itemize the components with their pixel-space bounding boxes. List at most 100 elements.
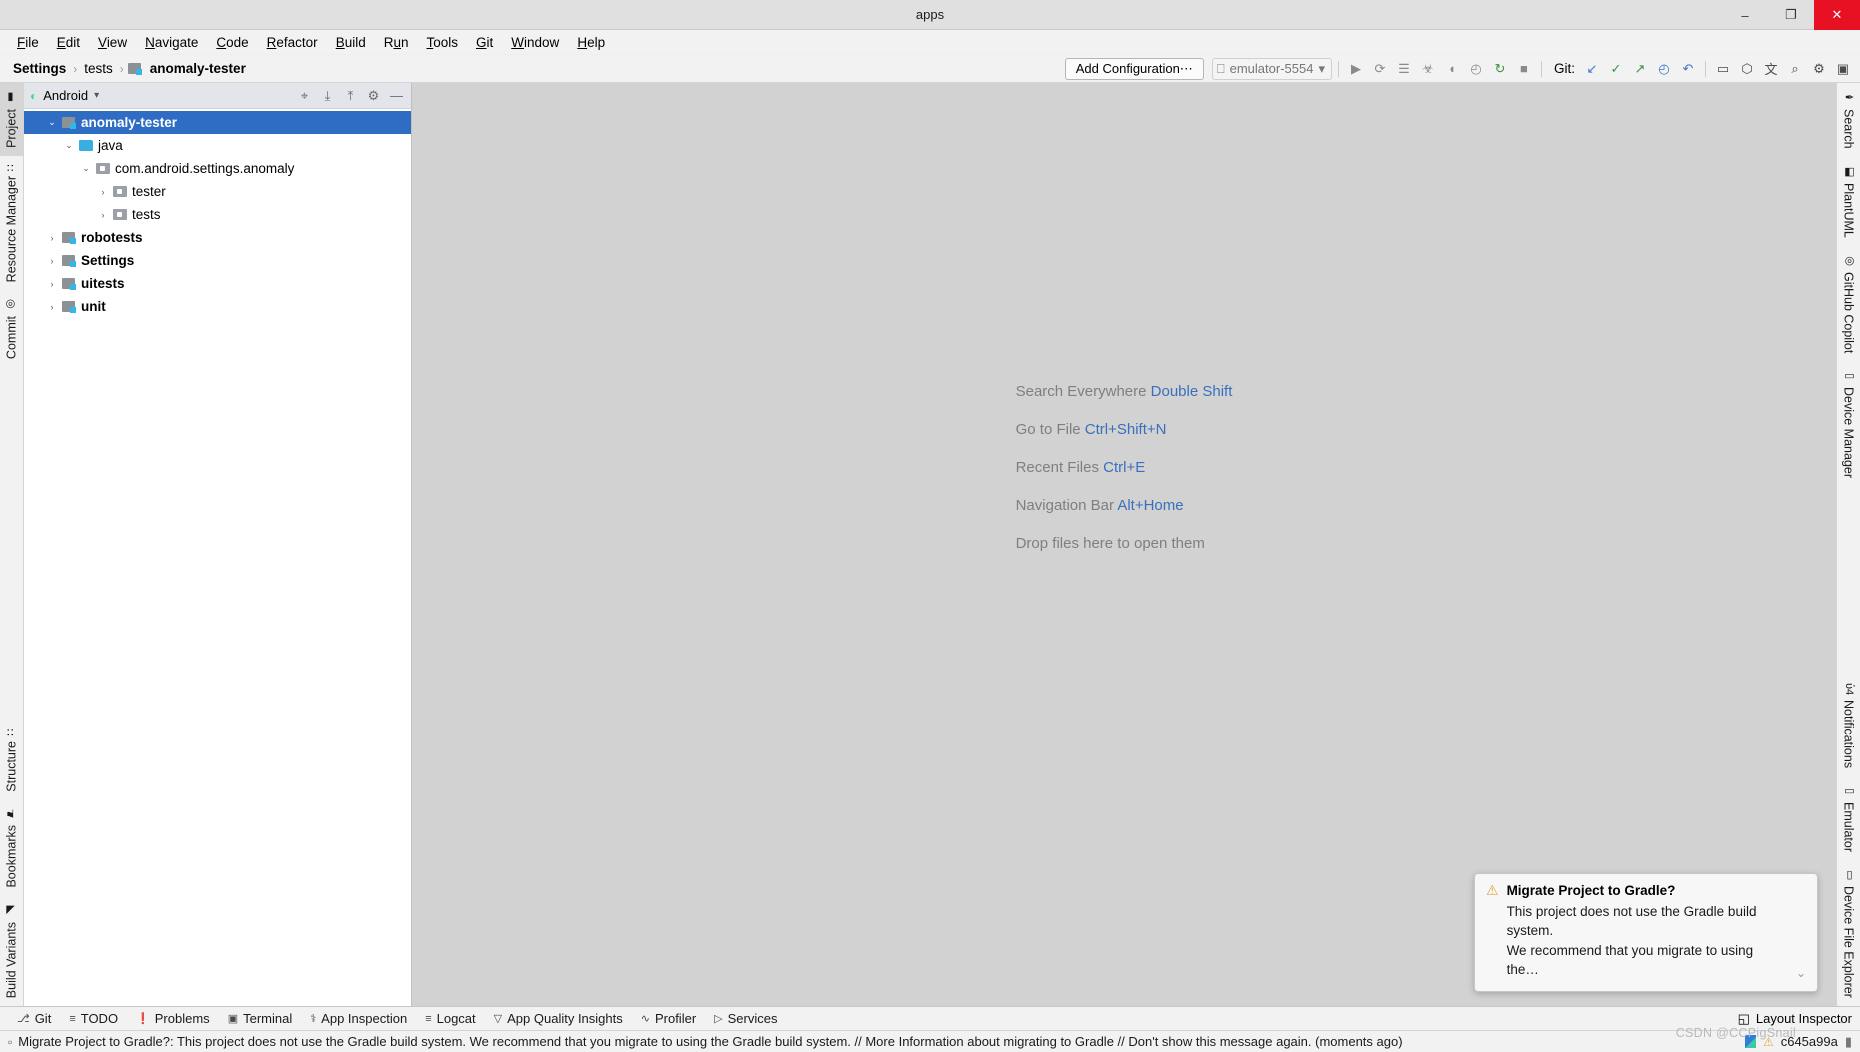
tool-window-notifications[interactable]: ὑ4 Notifications <box>1837 675 1860 776</box>
tool-window-emulator[interactable]: ▭ Emulator <box>1837 776 1860 860</box>
chevron-down-icon[interactable]: ⌄ <box>78 163 94 174</box>
update-project-icon[interactable]: ↙ <box>1581 58 1603 80</box>
bottom-tab-app-inspection[interactable]: ⚕ App Inspection <box>301 1009 416 1028</box>
layout-inspector-tab[interactable]: ◱ Layout Inspector <box>1738 1011 1852 1027</box>
maximize-button[interactable]: ❐ <box>1768 0 1814 30</box>
menu-file[interactable]: File <box>8 32 48 53</box>
tool-window-github-copilot[interactable]: ◎ GitHub Copilot <box>1837 246 1860 361</box>
tool-window-project[interactable]: Project ▮ <box>0 83 23 156</box>
push-icon[interactable]: ↗ <box>1629 58 1651 80</box>
chevron-right-icon[interactable]: › <box>95 187 111 197</box>
tree-node-settings[interactable]: › Settings <box>24 249 411 272</box>
tool-window-device-file-explorer[interactable]: ▯ Device File Explorer <box>1837 860 1860 1006</box>
menu-edit[interactable]: Edit <box>48 32 89 53</box>
account-icon[interactable]: ▣ <box>1832 58 1854 80</box>
migrate-gradle-notification[interactable]: ⚠ Migrate Project to Gradle? This projec… <box>1474 872 1818 992</box>
sync-gradle-icon[interactable]: ↻ <box>1489 58 1511 80</box>
menu-view[interactable]: View <box>89 32 136 53</box>
tree-node-robotests[interactable]: › robotests <box>24 226 411 249</box>
memory-indicator-icon[interactable]: ▮ <box>1845 1034 1852 1050</box>
logcat-icon[interactable]: ☰ <box>1393 58 1415 80</box>
bottom-tab-terminal[interactable]: ▣ Terminal <box>219 1009 302 1028</box>
tool-window-structure[interactable]: Structure ∷ <box>0 721 23 800</box>
sdk-manager-icon[interactable]: ⬡ <box>1736 58 1758 80</box>
menu-git[interactable]: Git <box>467 32 502 53</box>
menu-code[interactable]: Code <box>207 32 257 53</box>
breadcrumb-item-settings[interactable]: Settings <box>10 61 69 76</box>
settings-gear-icon[interactable]: ⚙ <box>1808 58 1830 80</box>
editor-scrollbar[interactable] <box>1826 83 1836 1006</box>
chevron-right-icon[interactable]: › <box>95 210 111 220</box>
tool-window-bookmarks[interactable]: Bookmarks ⚑ <box>0 799 23 896</box>
history-icon[interactable]: ◴ <box>1653 58 1675 80</box>
tool-window-plantuml[interactable]: ◧ PlantUML <box>1837 157 1860 246</box>
tree-node-uitests[interactable]: › uitests <box>24 272 411 295</box>
translate-icon[interactable]: 文 <box>1760 58 1782 80</box>
tool-window-label: Emulator <box>1841 802 1856 853</box>
menu-navigate[interactable]: Navigate <box>136 32 207 53</box>
bottom-tab-problems[interactable]: ❗ Problems <box>127 1009 219 1028</box>
settings-gear-icon[interactable]: ⚙ <box>365 87 382 104</box>
expand-all-icon[interactable]: ⤓ <box>319 87 336 104</box>
project-view-selector[interactable]: ◐ Android ▾ <box>30 88 99 103</box>
chevron-down-icon[interactable]: ⌄ <box>44 117 60 128</box>
stop-icon[interactable]: ■ <box>1513 58 1535 80</box>
select-opened-file-icon[interactable]: ⌖ <box>296 87 313 104</box>
tree-node-com-android-settings-anomaly[interactable]: ⌄ com.android.settings.anomaly <box>24 157 411 180</box>
device-selector[interactable]: ⎕ emulator-5554 ▾ <box>1211 57 1332 80</box>
bottom-tab-todo[interactable]: ≡ TODO <box>60 1009 127 1028</box>
chevron-right-icon[interactable]: › <box>44 233 60 243</box>
chevron-right-icon[interactable]: › <box>44 302 60 312</box>
minimize-button[interactable]: – <box>1722 0 1768 30</box>
add-configuration-button[interactable]: Add Configuration⋯ <box>1064 57 1204 80</box>
bottom-tab-git[interactable]: ⎇ Git <box>8 1009 60 1028</box>
commit-icon[interactable]: ✓ <box>1605 58 1627 80</box>
menu-window[interactable]: Window <box>502 32 568 53</box>
tree-node-tester[interactable]: › tester <box>24 180 411 203</box>
branch-flag-icon[interactable] <box>1744 1035 1756 1048</box>
project-tree[interactable]: ⌄ anomaly-tester ⌄ java ⌄ com.android.setting… <box>24 109 411 1006</box>
hide-icon[interactable]: — <box>388 87 405 104</box>
menu-help[interactable]: Help <box>568 32 614 53</box>
tree-node-java[interactable]: ⌄ java <box>24 134 411 157</box>
menu-refactor[interactable]: Refactor <box>258 32 327 53</box>
rollback-icon[interactable]: ↶ <box>1677 58 1699 80</box>
tool-window-device-manager[interactable]: ▭ Device Manager <box>1837 361 1860 486</box>
editor-hint-4: Drop files here to open them <box>1016 535 1233 552</box>
tool-window-search[interactable]: ✒ Search <box>1837 83 1860 157</box>
editor-hint-3: Navigation Bar Alt+Home <box>1016 497 1233 514</box>
run-coverage-icon[interactable]: ⟳ <box>1369 58 1391 80</box>
menu-build[interactable]: Build <box>327 32 375 53</box>
avd-manager-icon[interactable]: ▭ <box>1712 58 1734 80</box>
bottom-tab-logcat[interactable]: ≡ Logcat <box>416 1009 484 1028</box>
event-log-icon[interactable]: ▫ <box>8 1035 12 1049</box>
chevron-down-icon[interactable]: ⌄ <box>61 140 77 151</box>
bottom-tab-app-quality-insights[interactable]: ▽ App Quality Insights <box>485 1009 632 1028</box>
collapse-all-icon[interactable]: ⤒ <box>342 87 359 104</box>
search-icon[interactable]: ⌕ <box>1784 58 1806 80</box>
breadcrumb-item-anomaly-tester[interactable]: anomaly-tester <box>147 61 249 76</box>
chevron-right-icon[interactable]: › <box>44 279 60 289</box>
chevron-right-icon[interactable]: › <box>44 256 60 266</box>
tree-node-tests[interactable]: › tests <box>24 203 411 226</box>
tree-node-anomaly-tester[interactable]: ⌄ anomaly-tester <box>24 111 411 134</box>
commit-hash[interactable]: c645a99a <box>1781 1034 1838 1049</box>
bottom-tab-profiler[interactable]: ∿ Profiler <box>632 1009 705 1028</box>
breadcrumb-item-tests[interactable]: tests <box>81 61 116 76</box>
tree-node-unit[interactable]: › unit <box>24 295 411 318</box>
menu-tools[interactable]: Tools <box>418 32 468 53</box>
attach-debugger-icon[interactable]: ◖ <box>1441 58 1463 80</box>
debug-icon[interactable]: ☣ <box>1417 58 1439 80</box>
expand-notification-icon[interactable]: ⌄ <box>1796 966 1806 980</box>
run-icon[interactable]: ▶ <box>1345 58 1367 80</box>
tool-window-resource-manager[interactable]: Resource Manager ∷ <box>0 156 23 290</box>
profiler-icon[interactable]: ◴ <box>1465 58 1487 80</box>
tool-window-commit[interactable]: Commit ◎ <box>0 290 23 367</box>
menu-run[interactable]: Run <box>375 32 418 53</box>
bottom-tab-services[interactable]: ▷ Services <box>705 1009 786 1028</box>
status-message[interactable]: Migrate Project to Gradle?: This project… <box>18 1034 1402 1049</box>
bottom-tab-label: Logcat <box>436 1011 476 1026</box>
notification-line-1: This project does not use the Gradle bui… <box>1506 903 1757 939</box>
tool-window-build-variants[interactable]: Build Variants ◢ <box>0 896 23 1006</box>
close-button[interactable]: ✕ <box>1814 0 1860 30</box>
